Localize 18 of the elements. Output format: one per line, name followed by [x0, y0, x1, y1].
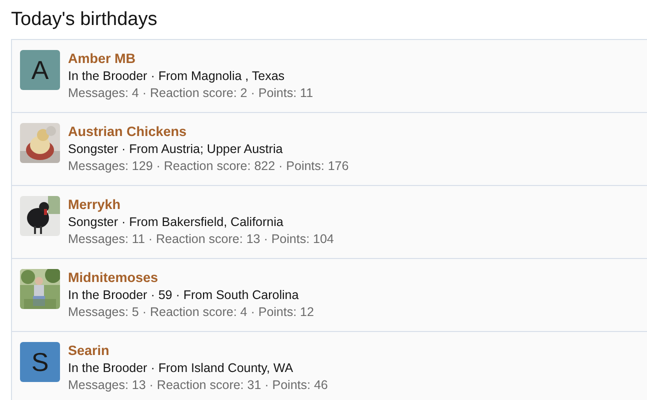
avatar[interactable]: A — [20, 50, 60, 90]
member-info: In the Brooder · From Island County, WA — [68, 360, 294, 376]
member-stats: Messages: 13 · Reaction score: 31 · Points: 46 — [68, 377, 328, 393]
member-name-link[interactable]: Merrykh — [68, 196, 334, 213]
member-info: In the Brooder · From Magnolia , Texas — [68, 68, 286, 84]
member-stats: Messages: 4 · Reaction score: 2 · Points: 11 — [68, 85, 314, 101]
member-stats: Messages: 11 · Reaction score: 13 · Points: 104 — [68, 231, 334, 247]
member-info: Songster · From Austria; Upper Austria — [68, 141, 284, 157]
member-info: Songster · From Bakersfield, California — [68, 214, 284, 230]
avatar[interactable]: S — [20, 342, 60, 382]
member-name-link[interactable]: Midnitemoses — [68, 269, 314, 286]
member-stats: Messages: 5 · Reaction score: 4 · Points: 12 — [68, 304, 314, 320]
member-name-link[interactable]: Austrian Chickens — [68, 123, 349, 140]
section-title: Today's birthdays — [10, 8, 158, 32]
member-stats: Messages: 129 · Reaction score: 822 · Points: 176 — [68, 158, 349, 174]
member-name-link[interactable]: Amber MB — [68, 50, 314, 67]
member-info: In the Brooder · 59 · From South Carolina — [68, 287, 300, 303]
member-name-link[interactable]: Searin — [68, 342, 328, 359]
